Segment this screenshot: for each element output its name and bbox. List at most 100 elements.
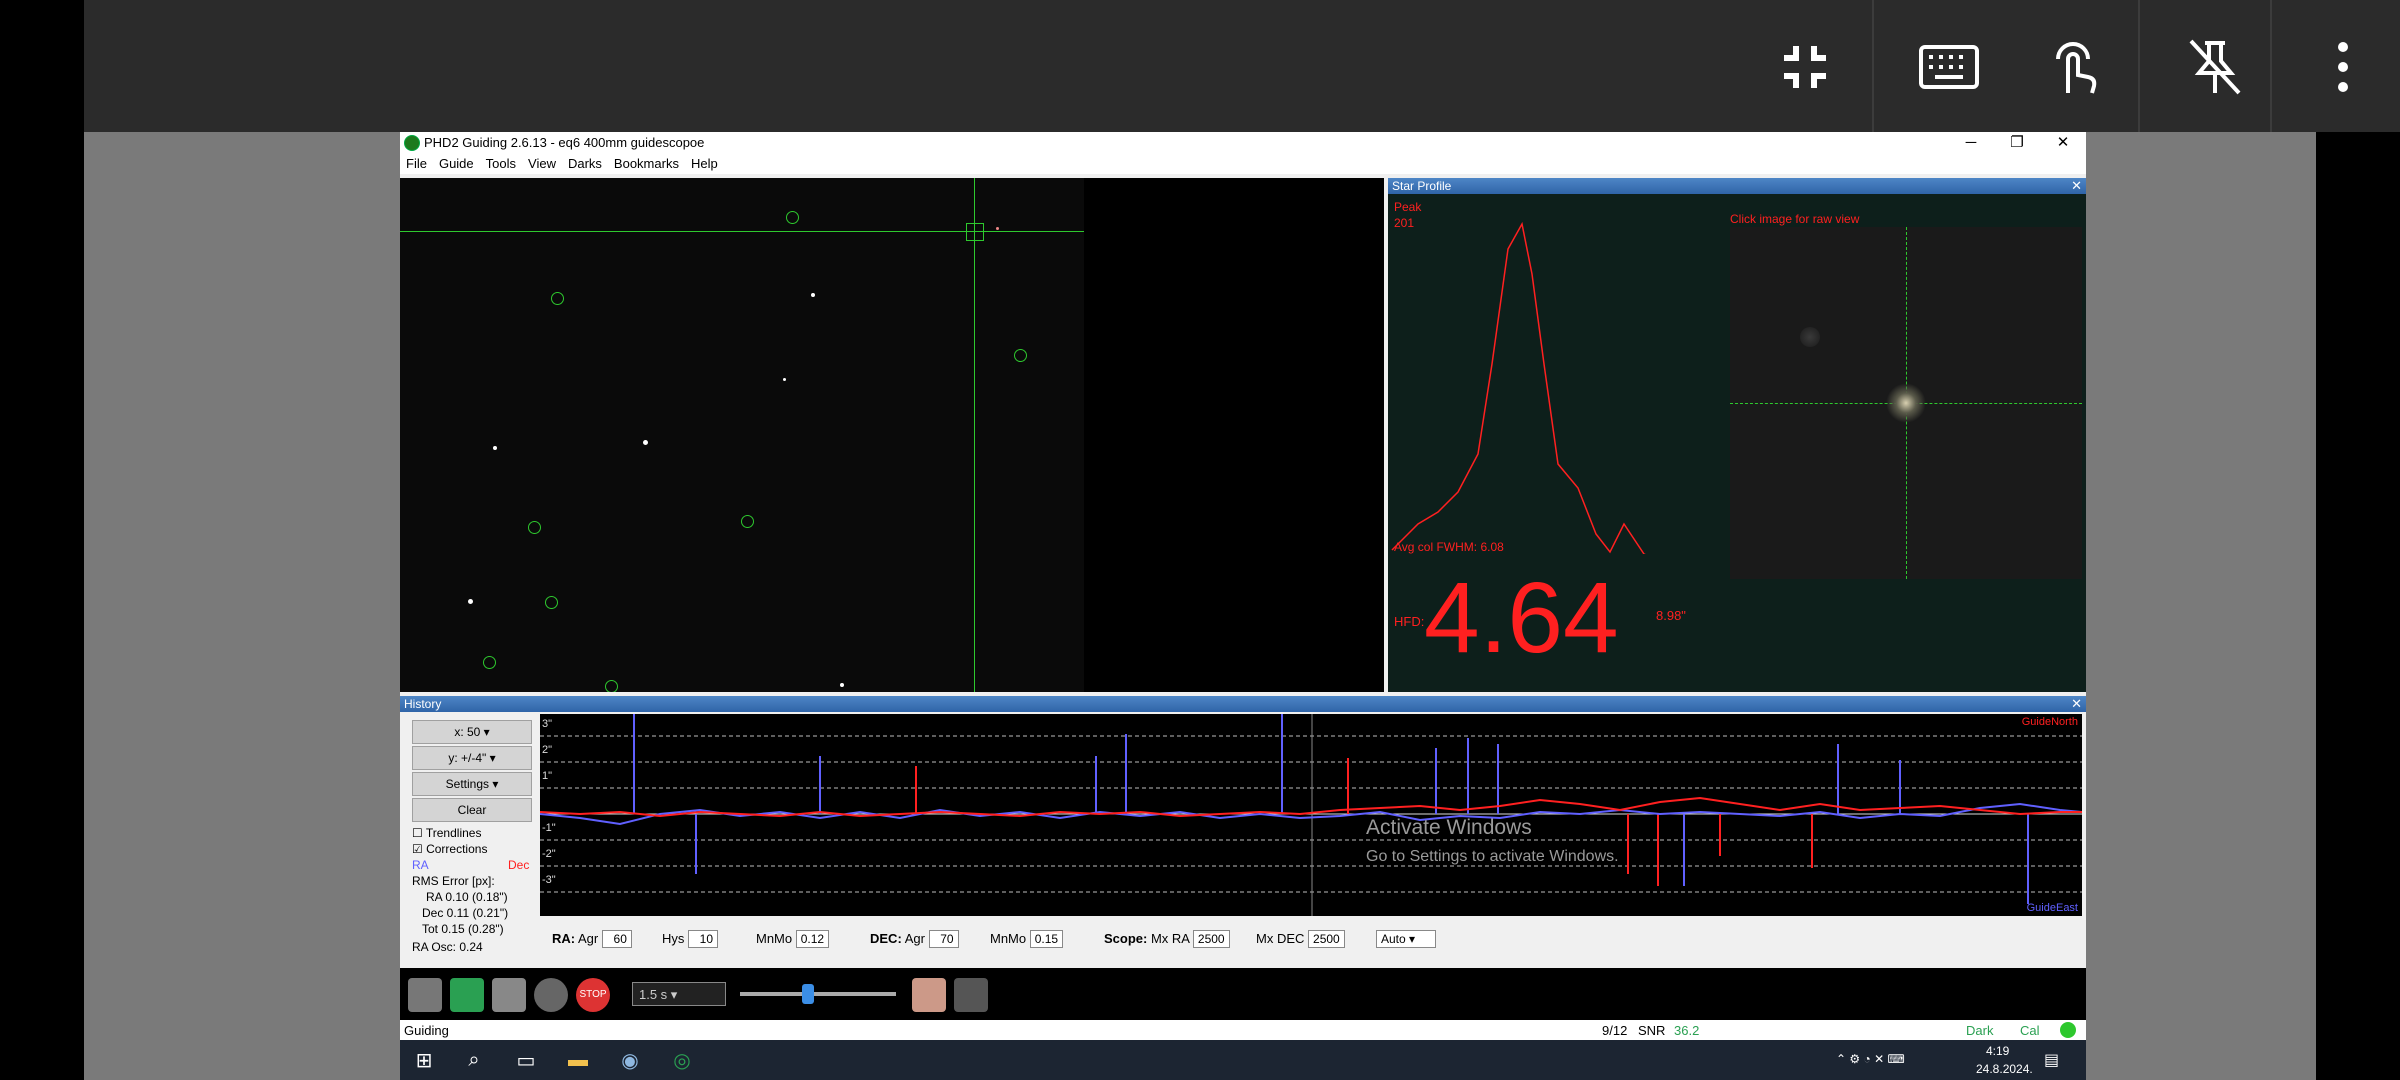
candidate-star-ring: [545, 596, 558, 609]
history-close-button[interactable]: ✕: [2071, 696, 2082, 712]
ra-hys-input[interactable]: 10: [688, 930, 719, 948]
corrections-checkbox[interactable]: ☑ Corrections: [412, 842, 487, 856]
star-profile-close-button[interactable]: ✕: [2071, 178, 2082, 194]
star-zoom-image[interactable]: [1730, 227, 2082, 579]
clock-date: 24.8.2024.: [1976, 1062, 2033, 1076]
unpin-icon[interactable]: [2170, 22, 2260, 112]
settings-label: Settings: [445, 777, 489, 791]
scope-label: Scope:: [1104, 931, 1148, 946]
menu-view[interactable]: View: [522, 154, 562, 171]
y-label-neg1: -1": [542, 822, 556, 834]
dec-agr-input[interactable]: 70: [928, 930, 959, 948]
ra-agr-input[interactable]: 60: [601, 930, 632, 948]
gamma-slider-thumb[interactable]: [802, 984, 814, 1004]
dec-agr-label: Agr: [904, 931, 925, 946]
mx-ra-input[interactable]: 2500: [1192, 930, 1230, 948]
candidate-star-ring: [528, 521, 541, 534]
ra-mnmo-input[interactable]: 0.12: [795, 930, 830, 948]
crosshair-vertical: [974, 178, 975, 692]
close-button[interactable]: ✕: [2040, 132, 2086, 154]
corrections-label: Corrections: [426, 842, 488, 856]
cal-indicator: Cal: [2020, 1023, 2040, 1038]
stop-icon[interactable]: STOP: [576, 978, 610, 1012]
keyboard-icon[interactable]: [1904, 22, 1994, 112]
hfd-arcsec: 8.98": [1656, 608, 1686, 623]
star: [840, 683, 844, 687]
minimize-button[interactable]: ─: [1948, 132, 1994, 154]
rms-title: RMS Error [px]:: [412, 874, 495, 888]
menu-file[interactable]: File: [400, 154, 433, 171]
guide-east-label: GuideEast: [2026, 902, 2078, 914]
fwhm-text: Avg col FWHM: 6.08: [1394, 540, 1504, 554]
hfd-value: 4.64: [1424, 562, 1619, 674]
gamma-slider[interactable]: [740, 992, 896, 996]
candidate-star-ring: [483, 656, 496, 669]
menu-bookmarks[interactable]: Bookmarks: [608, 154, 685, 171]
history-header: History ✕: [400, 696, 2086, 712]
status-frames: 9/12: [1602, 1023, 1628, 1038]
clear-button[interactable]: Clear: [412, 798, 532, 822]
y-scale-value: y: +/-4": [448, 751, 487, 765]
trendlines-checkbox[interactable]: ☐ Trendlines: [412, 826, 481, 840]
hfd-label: HFD:: [1394, 614, 1425, 629]
rms-tot: Tot 0.15 (0.28"): [422, 922, 504, 936]
rms-dec: Dec 0.11 (0.21"): [422, 906, 509, 920]
camera-view[interactable]: [400, 178, 1384, 692]
guide-icon[interactable]: [408, 978, 442, 1012]
mode-select[interactable]: Auto ▾: [1376, 930, 1436, 948]
menu-help[interactable]: Help: [685, 154, 724, 171]
menu-bar: File Guide Tools View Darks Bookmarks Help: [400, 154, 2086, 174]
star: [468, 599, 473, 604]
notifications-icon[interactable]: ▤: [2044, 1050, 2059, 1070]
settings-dropdown[interactable]: Settings ▾: [412, 772, 532, 796]
right-letterbox: [2316, 0, 2400, 1080]
dec-params-label: DEC:: [870, 931, 902, 946]
more-options-icon[interactable]: [2298, 22, 2388, 112]
ra-agr-label: Agr: [578, 931, 599, 946]
tray-icons[interactable]: ⌃ ⚙ ◔ ✕ ⌨: [1836, 1052, 1905, 1066]
dec-mnmo-input[interactable]: 0.15: [1029, 930, 1064, 948]
restore-button[interactable]: ❐: [1994, 132, 2040, 154]
exposure-dropdown[interactable]: 1.5 s ▾: [632, 982, 726, 1006]
star-image[interactable]: [400, 178, 1084, 692]
history-graph[interactable]: 3" 2" 1" -1" -2" -3" GuideNorth GuideEas…: [540, 714, 2082, 916]
snr-value: 36.2: [1674, 1023, 1700, 1038]
windows-start-icon[interactable]: ⊞: [410, 1046, 438, 1074]
y-label-neg2: -2": [542, 848, 556, 860]
mx-dec-input[interactable]: 2500: [1308, 930, 1345, 948]
profile-curve: [1391, 221, 1646, 554]
star-profile-title: Star Profile: [1392, 179, 1452, 193]
menu-tools[interactable]: Tools: [480, 154, 522, 171]
status-bar: Guiding 9/12 SNR 36.2 Dark Cal: [400, 1020, 2086, 1041]
raw-view-hint: Click image for raw view: [1730, 212, 1860, 226]
y-label-2: 2": [542, 744, 553, 756]
y-scale-dropdown[interactable]: y: +/-4" ▾: [412, 746, 532, 770]
graph-svg: [540, 714, 2082, 916]
y-label-neg3: -3": [542, 874, 556, 886]
loop-icon[interactable]: [450, 978, 484, 1012]
mx-ra-label: Mx RA: [1150, 931, 1190, 946]
remote-toolbar: [84, 0, 2400, 132]
menu-guide[interactable]: Guide: [433, 154, 480, 171]
touch-icon[interactable]: [2030, 22, 2120, 112]
dark-indicator: Dark: [1966, 1023, 1994, 1038]
file-explorer-icon[interactable]: ▬: [564, 1046, 592, 1074]
x-scale-dropdown[interactable]: x: 50 ▾: [412, 720, 532, 744]
brain-icon[interactable]: [912, 978, 946, 1012]
faint-star: [1800, 327, 1820, 347]
activate-windows-title: Activate Windows: [1366, 816, 1532, 839]
star: [783, 378, 786, 381]
exit-fullscreen-icon[interactable]: [1760, 22, 1850, 112]
menu-darks[interactable]: Darks: [562, 154, 608, 171]
phd2-icon[interactable]: ◎: [668, 1046, 696, 1074]
search-icon[interactable]: ⌕: [460, 1046, 488, 1074]
dec-mnmo-label: MnMo: [990, 931, 1027, 946]
wrench-icon[interactable]: [954, 978, 988, 1012]
crosshair-icon[interactable]: [534, 978, 568, 1012]
phd2-window: PHD2 Guiding 2.6.13 - eq6 400mm guidesco…: [400, 132, 2086, 1041]
auto-select-star-icon[interactable]: [492, 978, 526, 1012]
app-icon-1[interactable]: ◉: [616, 1046, 644, 1074]
candidate-star-ring: [786, 211, 799, 224]
history-title: History: [404, 697, 442, 711]
task-view-icon[interactable]: ▭: [512, 1046, 540, 1074]
